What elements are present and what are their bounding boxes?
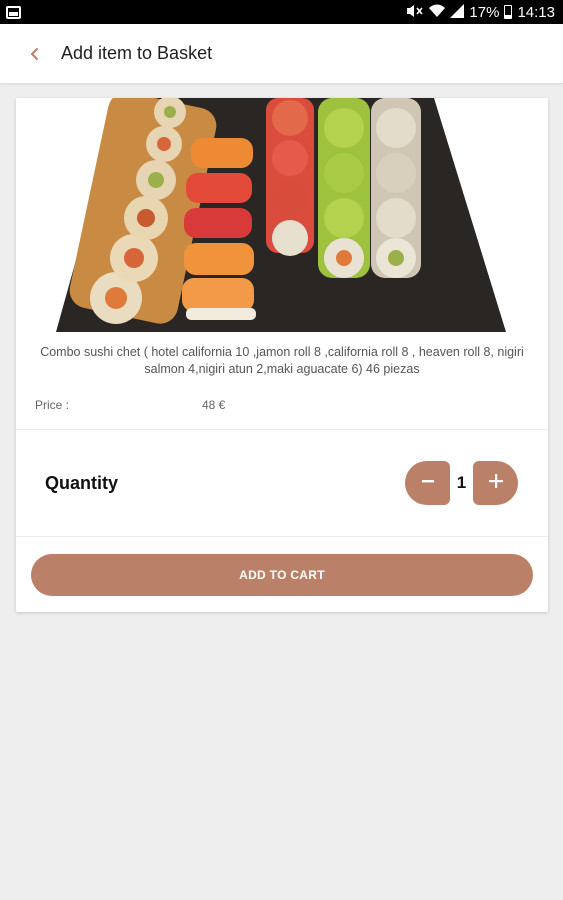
product-card: Combo sushi chet ( hotel california 10 ,… — [16, 98, 548, 612]
app-bar: Add item to Basket — [0, 24, 563, 84]
price-label: Price : — [35, 398, 70, 412]
status-bar-left — [6, 5, 21, 19]
add-to-cart-button[interactable]: ADD TO CART — [31, 554, 533, 596]
battery-icon — [504, 5, 513, 19]
status-bar: 17% 14:13 — [0, 0, 563, 24]
plus-icon — [488, 473, 504, 494]
quantity-value: 1 — [456, 473, 467, 492]
page-title: Add item to Basket — [61, 43, 213, 63]
divider — [16, 536, 548, 537]
image-icon — [6, 5, 21, 19]
price-value: 48 € — [202, 398, 226, 412]
product-description: Combo sushi chet ( hotel california 10 ,… — [40, 345, 524, 376]
quantity-stepper: 1 — [405, 461, 518, 505]
battery-percent: 17% — [469, 3, 500, 21]
minus-icon — [421, 474, 435, 493]
wifi-icon — [429, 4, 446, 20]
increase-quantity-button[interactable] — [473, 461, 518, 505]
chevron-left-icon — [30, 47, 40, 61]
quantity-row: Quantity 1 — [16, 430, 548, 536]
decrease-quantity-button[interactable] — [405, 461, 450, 505]
back-button[interactable] — [0, 24, 56, 84]
signal-icon — [450, 4, 465, 20]
status-bar-right: 17% 14:13 — [406, 4, 555, 21]
mute-icon — [406, 4, 424, 20]
price-row: Price : 48 € — [16, 396, 548, 416]
quantity-label: Quantity — [45, 473, 119, 493]
status-time: 14:13 — [517, 3, 555, 21]
sushi-combo-photo — [16, 98, 548, 332]
